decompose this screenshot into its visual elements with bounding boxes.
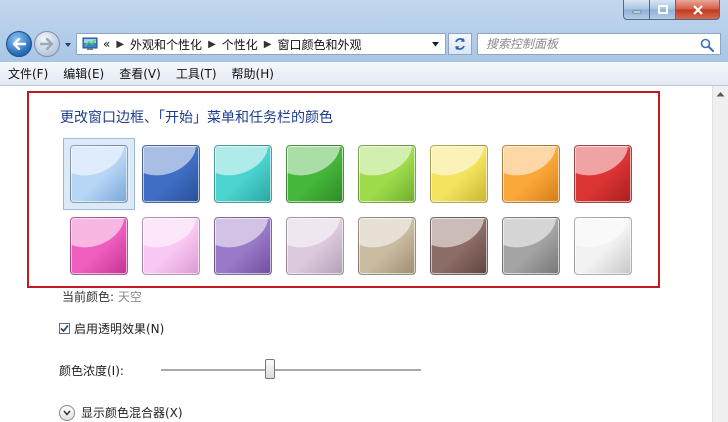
intensity-label: 颜色浓度(I): bbox=[59, 364, 124, 378]
transparency-label[interactable]: 启用透明效果(N) bbox=[74, 320, 164, 337]
intensity-slider-thumb[interactable] bbox=[265, 359, 276, 379]
section-title: 更改窗口边框、「开始」菜单和任务栏的颜色 bbox=[60, 110, 333, 126]
color-swatch-tile bbox=[574, 217, 632, 275]
minimize-button[interactable] bbox=[623, 0, 650, 20]
refresh-button[interactable] bbox=[448, 33, 472, 55]
color-swatch-tile bbox=[430, 217, 488, 275]
current-color-value: 天空 bbox=[117, 290, 142, 304]
color-swatch-11[interactable] bbox=[207, 210, 279, 282]
color-swatch-tile bbox=[142, 145, 200, 203]
forward-button[interactable] bbox=[34, 31, 60, 57]
color-swatch-12[interactable] bbox=[279, 210, 351, 282]
menu-view[interactable]: 查看(V) bbox=[119, 65, 161, 82]
intensity-row: 颜色浓度(I): bbox=[59, 359, 421, 379]
color-mixer-option[interactable]: 显示颜色混合器(X) bbox=[59, 404, 183, 421]
close-icon bbox=[692, 4, 703, 15]
color-swatch-10[interactable] bbox=[135, 210, 207, 282]
minimize-icon bbox=[632, 10, 641, 13]
color-swatch-4[interactable] bbox=[279, 138, 351, 210]
recent-pages-chevron-icon[interactable] bbox=[63, 40, 73, 50]
transparency-option[interactable]: 启用透明效果(N) bbox=[59, 320, 164, 337]
color-swatch-6[interactable] bbox=[423, 138, 495, 210]
scroll-up-icon[interactable] bbox=[716, 91, 725, 97]
color-swatch-tile bbox=[358, 217, 416, 275]
intensity-slider-track[interactable] bbox=[161, 359, 421, 379]
arrow-left-icon bbox=[12, 38, 26, 50]
maximize-button[interactable] bbox=[650, 0, 676, 20]
color-swatch-13[interactable] bbox=[351, 210, 423, 282]
expand-mixer-button[interactable] bbox=[59, 404, 75, 421]
address-dropdown-icon[interactable] bbox=[431, 40, 440, 49]
menu-bar: 文件(F) 编辑(E) 查看(V) 工具(T) 帮助(H) bbox=[0, 62, 728, 86]
search-box[interactable] bbox=[477, 33, 721, 55]
maximize-icon bbox=[657, 4, 668, 14]
menu-help[interactable]: 帮助(H) bbox=[232, 65, 274, 82]
color-swatch-5[interactable] bbox=[351, 138, 423, 210]
address-bar[interactable]: « ▶ 外观和个性化 ▶ 个性化 ▶ 窗口颜色和外观 bbox=[76, 33, 446, 55]
color-swatch-8[interactable] bbox=[567, 138, 639, 210]
breadcrumb-personalization[interactable]: 个性化 bbox=[222, 36, 258, 53]
color-swatch-16[interactable] bbox=[567, 210, 639, 282]
breadcrumb-separator-icon[interactable]: ▶ bbox=[116, 39, 124, 50]
breadcrumb-appearance[interactable]: 外观和个性化 bbox=[130, 36, 202, 53]
color-swatch-tile bbox=[142, 217, 200, 275]
color-swatch-15[interactable] bbox=[495, 210, 567, 282]
menu-file[interactable]: 文件(F) bbox=[8, 65, 48, 82]
transparency-checkbox[interactable] bbox=[59, 323, 70, 334]
current-color: 当前颜色: 天空 bbox=[62, 288, 142, 305]
checkmark-icon bbox=[60, 324, 69, 333]
search-icon[interactable] bbox=[700, 38, 714, 52]
color-swatch-tile bbox=[286, 145, 344, 203]
breadcrumb-overflow[interactable]: « bbox=[103, 37, 110, 51]
color-swatch-tile bbox=[70, 217, 128, 275]
breadcrumb-separator-icon[interactable]: ▶ bbox=[264, 39, 272, 50]
color-swatch-grid bbox=[63, 138, 643, 282]
color-swatch-7[interactable] bbox=[495, 138, 567, 210]
color-swatch-1[interactable] bbox=[63, 138, 135, 210]
color-mixer-label[interactable]: 显示颜色混合器(X) bbox=[81, 404, 183, 421]
control-panel-icon bbox=[82, 37, 98, 50]
color-swatch-tile bbox=[502, 145, 560, 203]
back-button[interactable] bbox=[6, 31, 32, 57]
current-color-label: 当前颜色: bbox=[62, 290, 115, 304]
chevron-down-icon bbox=[63, 410, 71, 416]
menu-edit[interactable]: 编辑(E) bbox=[63, 65, 104, 82]
color-swatch-tile bbox=[430, 145, 488, 203]
color-swatch-2[interactable] bbox=[135, 138, 207, 210]
menu-tools[interactable]: 工具(T) bbox=[176, 65, 217, 82]
color-swatch-tile bbox=[286, 217, 344, 275]
color-swatch-9[interactable] bbox=[63, 210, 135, 282]
breadcrumb-window-color[interactable]: 窗口颜色和外观 bbox=[277, 36, 361, 53]
refresh-icon bbox=[455, 38, 465, 50]
window-controls bbox=[623, 0, 720, 20]
color-swatch-tile bbox=[502, 217, 560, 275]
close-button[interactable] bbox=[676, 0, 720, 20]
color-swatch-3[interactable] bbox=[207, 138, 279, 210]
arrow-right-icon bbox=[40, 38, 54, 50]
color-swatch-tile bbox=[214, 217, 272, 275]
color-swatch-tile bbox=[574, 145, 632, 203]
search-input[interactable] bbox=[486, 37, 686, 51]
color-swatch-tile bbox=[70, 145, 128, 203]
breadcrumb-separator-icon[interactable]: ▶ bbox=[208, 39, 216, 50]
color-swatch-tile bbox=[358, 145, 416, 203]
color-swatch-14[interactable] bbox=[423, 210, 495, 282]
vertical-scrollbar[interactable] bbox=[712, 86, 728, 422]
color-swatch-tile bbox=[214, 145, 272, 203]
